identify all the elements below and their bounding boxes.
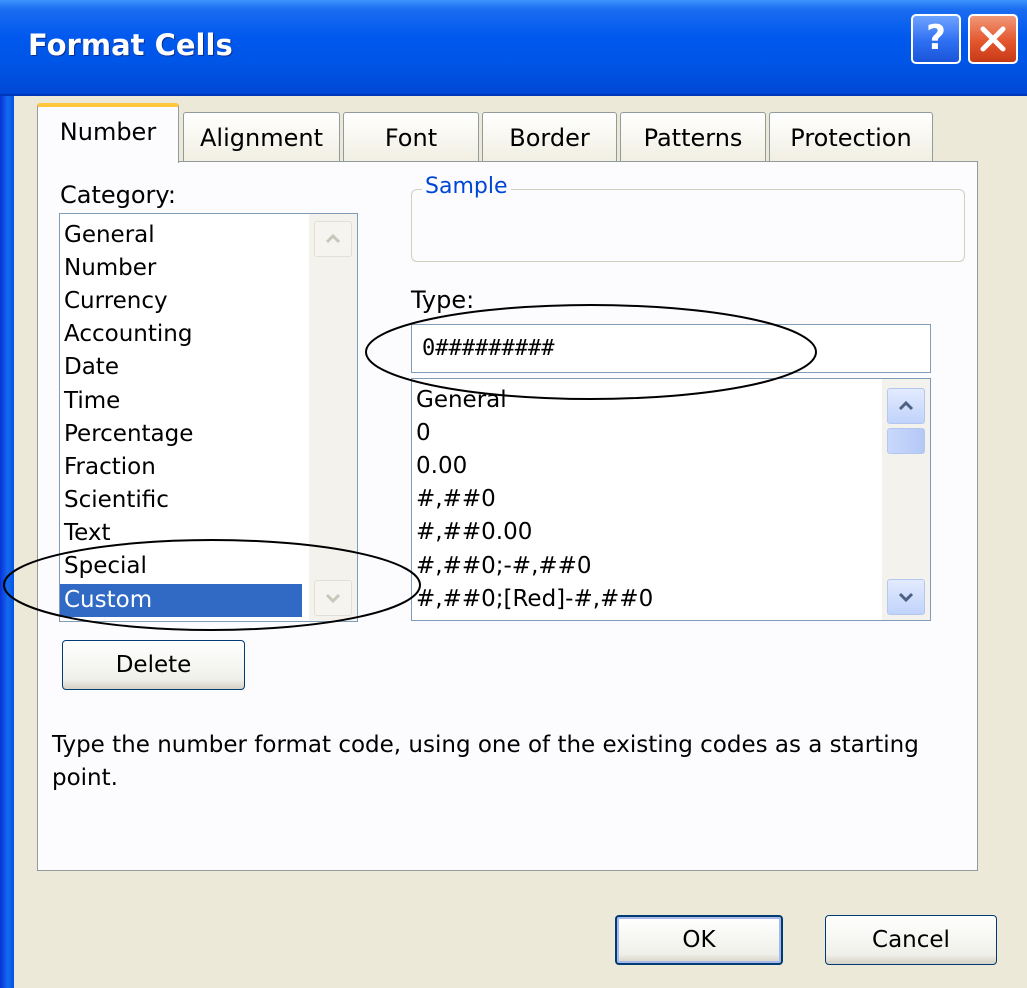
category-item-scientific[interactable]: Scientific: [60, 484, 302, 517]
tab-border[interactable]: Border: [482, 112, 617, 161]
number-tab-panel: Category: General Number Currency Accoun…: [37, 161, 978, 871]
category-item-general[interactable]: General: [60, 219, 302, 252]
title-bar[interactable]: Format Cells ?: [0, 0, 1027, 96]
close-button[interactable]: [968, 14, 1018, 64]
category-item-custom[interactable]: Custom: [60, 584, 302, 617]
type-scroll-thumb[interactable]: [887, 428, 925, 454]
chevron-down-icon: [898, 592, 914, 602]
category-item-date[interactable]: Date: [60, 351, 302, 384]
chevron-up-icon: [325, 234, 341, 244]
category-item-text[interactable]: Text: [60, 517, 302, 550]
type-item-0[interactable]: 0: [412, 417, 876, 450]
close-icon: [980, 26, 1006, 52]
help-button[interactable]: ?: [911, 14, 961, 64]
ok-button[interactable]: OK: [615, 915, 783, 965]
tab-font[interactable]: Font: [343, 112, 479, 161]
type-item-negative-red[interactable]: #,##0;[Red]-#,##0: [412, 583, 876, 616]
category-scroll-down-button[interactable]: [314, 580, 352, 616]
category-label: Category:: [60, 181, 176, 209]
type-item-thousands[interactable]: #,##0: [412, 483, 876, 516]
format-description: Type the number format code, using one o…: [52, 732, 919, 791]
cancel-button[interactable]: Cancel: [825, 915, 997, 965]
chevron-down-icon: [325, 593, 341, 603]
type-format-list[interactable]: General 0 0.00 #,##0 #,##0.00 #,##0;-#,#…: [411, 378, 931, 621]
delete-button[interactable]: Delete: [62, 640, 245, 690]
sample-legend: Sample: [422, 174, 511, 199]
category-item-percentage[interactable]: Percentage: [60, 418, 302, 451]
tab-alignment[interactable]: Alignment: [183, 112, 340, 161]
window-frame: [0, 0, 14, 988]
type-input[interactable]: 0#########: [411, 324, 931, 373]
type-scroll-up-button[interactable]: [887, 388, 925, 424]
type-item-general[interactable]: General: [412, 384, 876, 417]
help-icon: ?: [926, 18, 946, 58]
sample-group: Sample: [411, 174, 965, 262]
category-scrollbar[interactable]: [309, 214, 357, 621]
type-item-0-00[interactable]: 0.00: [412, 450, 876, 483]
type-item-thousands-decimal[interactable]: #,##0.00: [412, 516, 876, 549]
tab-number[interactable]: Number: [37, 103, 179, 163]
chevron-up-icon: [898, 401, 914, 411]
format-cells-dialog: Format Cells ? Number Alignment Font Bor…: [0, 0, 1027, 988]
type-label: Type:: [411, 286, 475, 314]
category-scroll-up-button[interactable]: [314, 221, 352, 257]
tab-patterns[interactable]: Patterns: [620, 112, 766, 161]
category-item-special[interactable]: Special: [60, 550, 302, 583]
type-item-negative[interactable]: #,##0;-#,##0: [412, 550, 876, 583]
category-list[interactable]: General Number Currency Accounting Date …: [59, 213, 358, 622]
category-item-accounting[interactable]: Accounting: [60, 318, 302, 351]
category-item-currency[interactable]: Currency: [60, 285, 302, 318]
category-item-fraction[interactable]: Fraction: [60, 451, 302, 484]
type-scrollbar[interactable]: [882, 379, 930, 620]
type-scroll-down-button[interactable]: [887, 579, 925, 615]
category-item-time[interactable]: Time: [60, 385, 302, 418]
category-item-number[interactable]: Number: [60, 252, 302, 285]
window-title: Format Cells: [28, 28, 233, 62]
tab-protection[interactable]: Protection: [769, 112, 933, 161]
